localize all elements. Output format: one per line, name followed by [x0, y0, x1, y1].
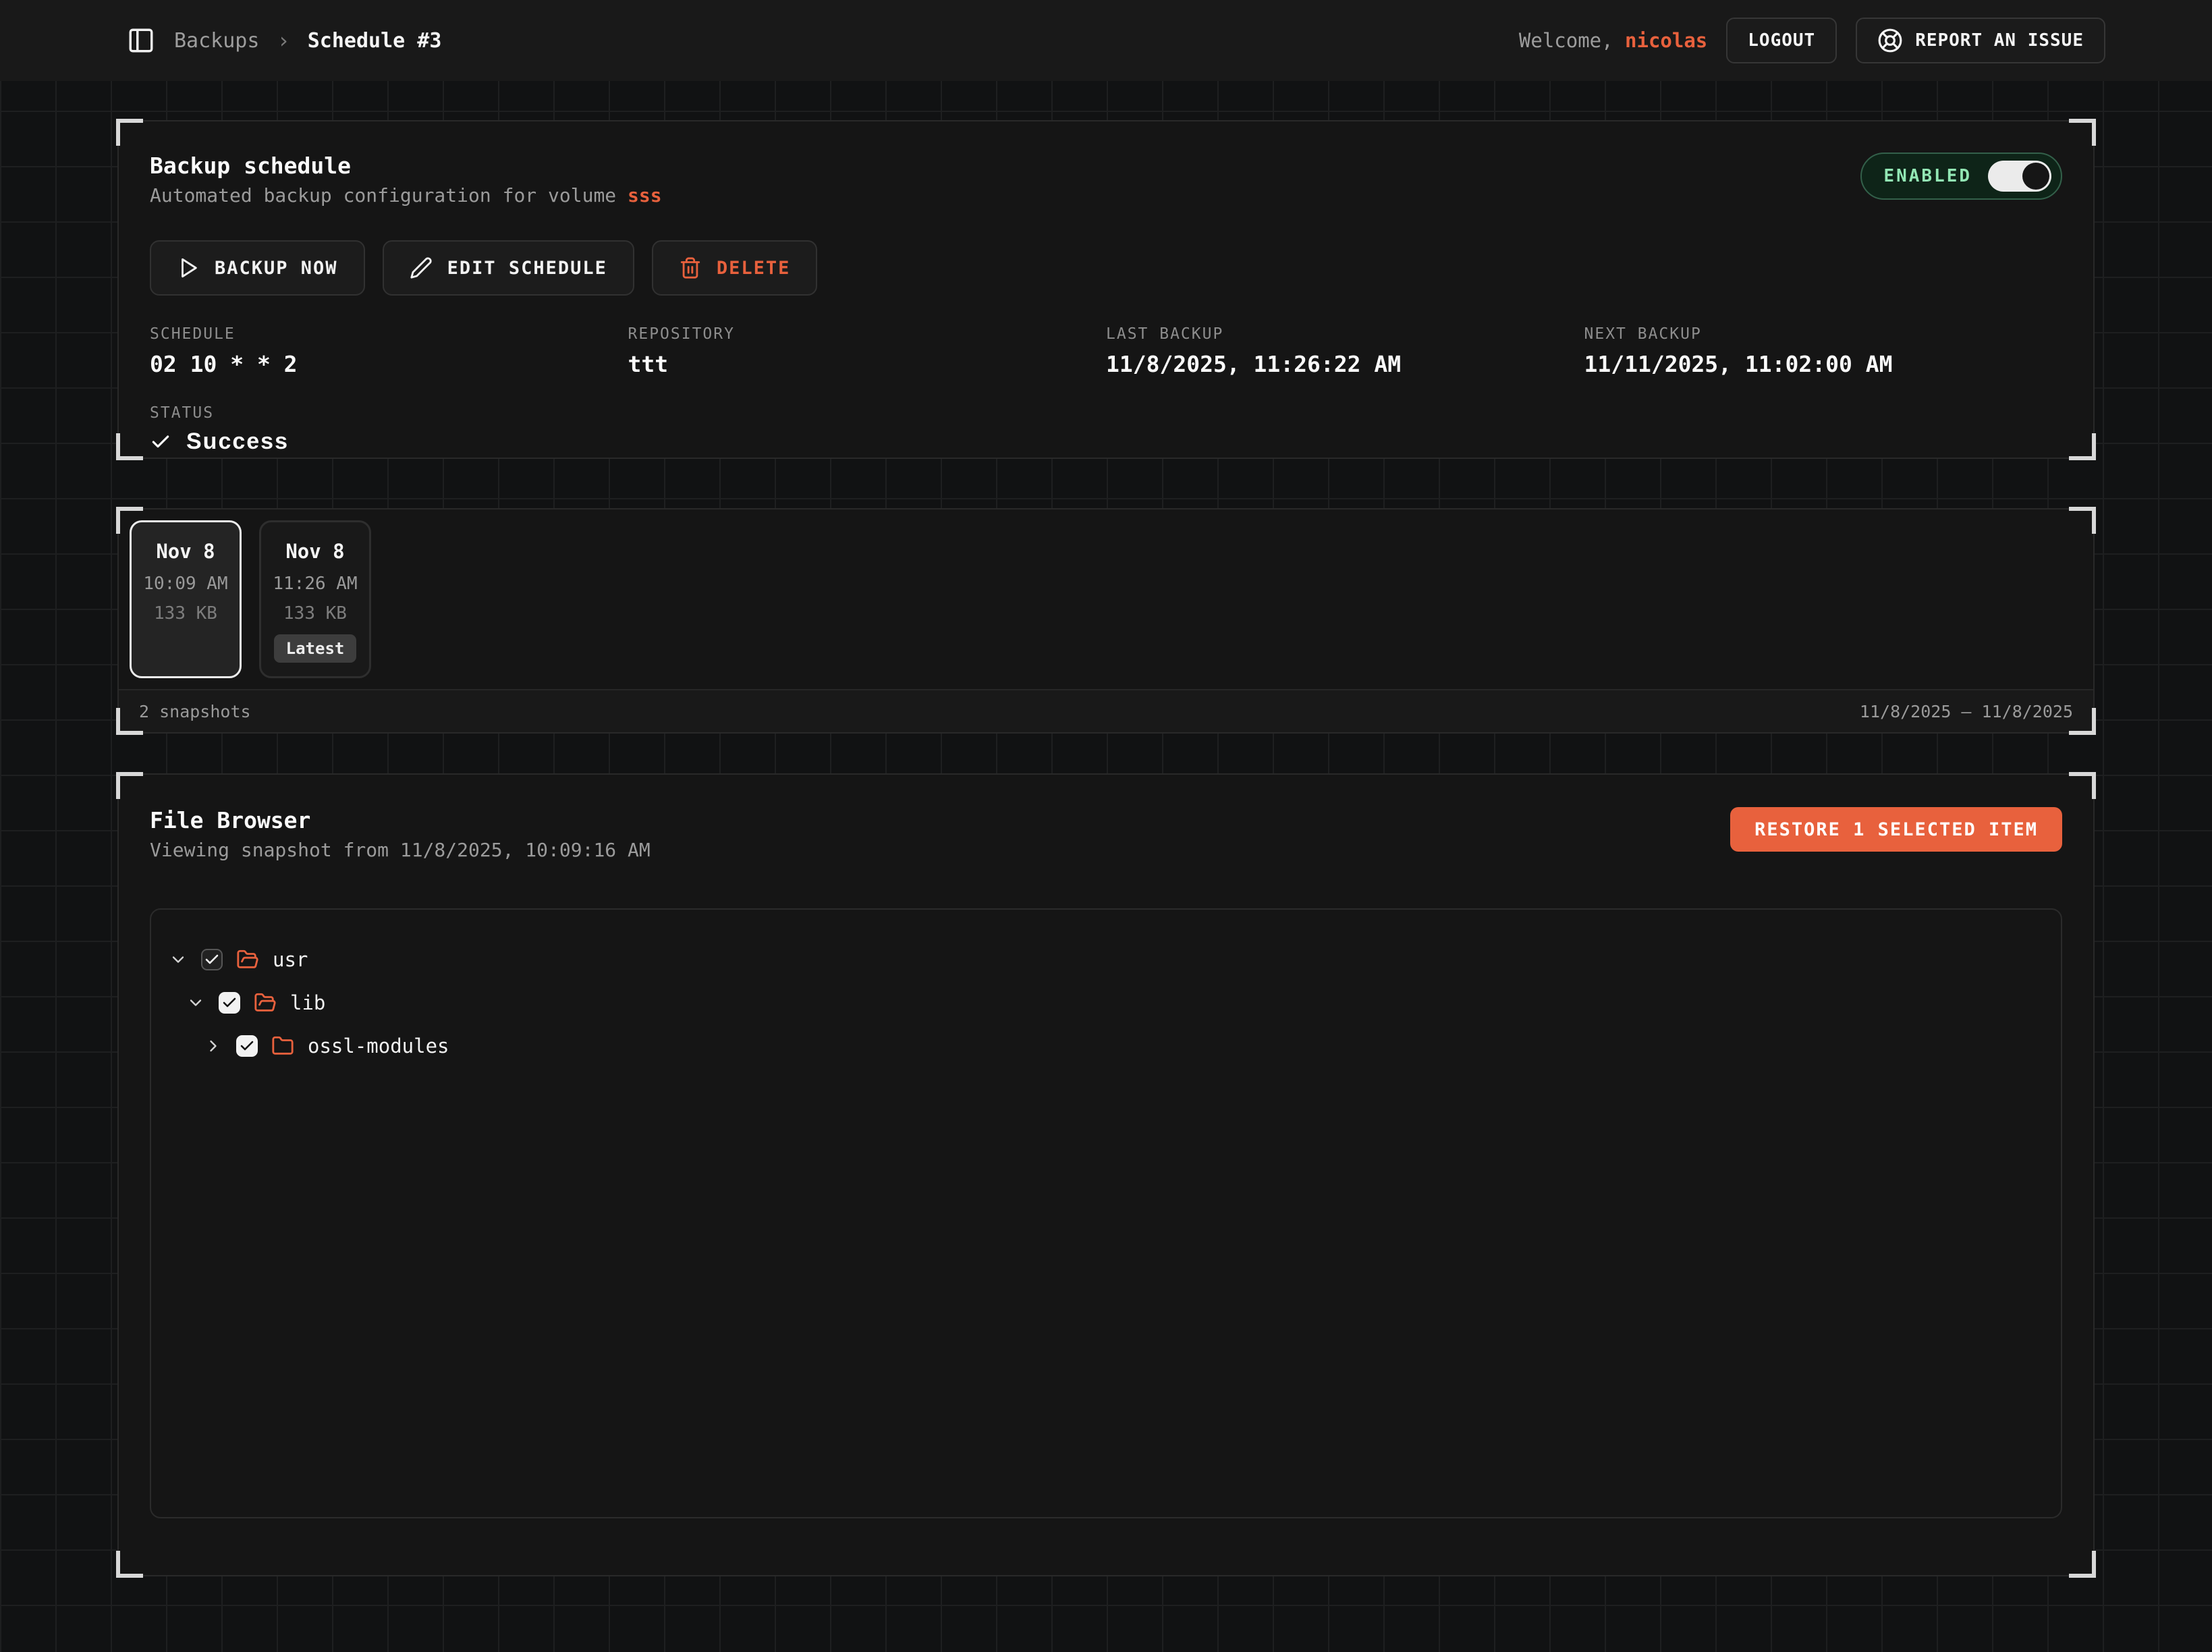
- snapshot-size: 133 KB: [283, 603, 347, 624]
- snapshot-date: Nov 8: [156, 540, 215, 563]
- checkbox-ossl-modules[interactable]: [236, 1035, 258, 1057]
- corner-bracket: [116, 708, 143, 735]
- check-icon: [150, 431, 171, 453]
- welcome-text: Welcome, nicolas: [1519, 29, 1707, 52]
- volume-name: sss: [628, 184, 662, 206]
- page-content: Backup schedule Automated backup configu…: [0, 81, 2212, 1576]
- breadcrumb: Backups › Schedule #3: [174, 28, 441, 53]
- backup-now-button[interactable]: BACKUP NOW: [150, 240, 365, 296]
- chevron-down-icon[interactable]: [169, 950, 188, 969]
- corner-bracket: [2069, 119, 2096, 146]
- snapshots-card: Nov 8 10:09 AM 133 KB Nov 8 11:26 AM 133…: [117, 508, 2095, 734]
- status-value: Success: [150, 429, 2062, 455]
- file-browser-card: File Browser Viewing snapshot from 11/8/…: [117, 773, 2095, 1576]
- detail-schedule: SCHEDULE 02 10 * * 2: [150, 325, 628, 377]
- snapshot-list: Nov 8 10:09 AM 133 KB Nov 8 11:26 AM 133…: [119, 510, 2093, 689]
- tree-label-usr[interactable]: usr: [273, 948, 308, 971]
- enabled-toggle[interactable]: [1988, 161, 2051, 192]
- trash-icon: [679, 256, 702, 279]
- file-browser-title: File Browser: [150, 807, 651, 833]
- report-issue-button[interactable]: REPORT AN ISSUE: [1856, 18, 2105, 63]
- breadcrumb-separator: ›: [277, 28, 289, 53]
- detail-next-backup: NEXT BACKUP 11/11/2025, 11:02:00 AM: [1584, 325, 2063, 377]
- corner-bracket: [2069, 772, 2096, 799]
- snapshot-time: 11:26 AM: [273, 574, 357, 594]
- snapshot-date: Nov 8: [285, 540, 344, 563]
- detail-value: 11/11/2025, 11:02:00 AM: [1584, 351, 2063, 377]
- sidebar-toggle-button[interactable]: [127, 26, 155, 55]
- checkbox-lib[interactable]: [219, 992, 240, 1014]
- edit-schedule-button[interactable]: EDIT SCHEDULE: [383, 240, 634, 296]
- detail-value: ttt: [628, 351, 1107, 377]
- file-browser-subtitle: Viewing snapshot from 11/8/2025, 10:09:1…: [150, 839, 651, 861]
- detail-value: 02 10 * * 2: [150, 351, 628, 377]
- schedule-card-subtitle: Automated backup configuration for volum…: [150, 184, 662, 206]
- corner-bracket: [116, 1551, 143, 1578]
- chevron-right-icon[interactable]: [204, 1037, 223, 1055]
- snapshot-size: 133 KB: [154, 603, 217, 624]
- snapshot-date-range: 11/8/2025 – 11/8/2025: [1860, 702, 2073, 721]
- tree-row-ossl-modules: ossl-modules: [169, 1024, 2043, 1068]
- snapshot-tile-selected[interactable]: Nov 8 10:09 AM 133 KB: [130, 520, 242, 678]
- enabled-pill: ENABLED: [1860, 153, 2062, 200]
- username: nicolas: [1625, 29, 1707, 52]
- tree-label-lib[interactable]: lib: [290, 991, 325, 1014]
- detail-label: SCHEDULE: [150, 325, 628, 343]
- checkbox-usr[interactable]: [201, 949, 223, 970]
- tree-row-lib: lib: [169, 981, 2043, 1024]
- latest-badge: Latest: [274, 634, 357, 663]
- breadcrumb-backups[interactable]: Backups: [174, 29, 259, 53]
- play-icon: [177, 256, 200, 279]
- schedule-actions: BACKUP NOW EDIT SCHEDULE DELETE: [150, 240, 2062, 296]
- file-tree: usr lib: [150, 908, 2062, 1518]
- snapshot-tile-latest[interactable]: Nov 8 11:26 AM 133 KB Latest: [259, 520, 371, 678]
- detail-label: LAST BACKUP: [1106, 325, 1584, 343]
- corner-bracket: [116, 507, 143, 534]
- corner-bracket: [116, 772, 143, 799]
- folder-open-icon: [236, 948, 259, 971]
- detail-label: REPOSITORY: [628, 325, 1107, 343]
- detail-repository: REPOSITORY ttt: [628, 325, 1107, 377]
- folder-open-icon: [254, 991, 277, 1014]
- corner-bracket: [116, 119, 143, 146]
- corner-bracket: [2069, 1551, 2096, 1578]
- snapshot-count: 2 snapshots: [139, 702, 251, 721]
- corner-bracket: [2069, 507, 2096, 534]
- enabled-label: ENABLED: [1883, 166, 1972, 186]
- detail-label: NEXT BACKUP: [1584, 325, 2063, 343]
- top-bar: Backups › Schedule #3 Welcome, nicolas L…: [0, 0, 2212, 81]
- detail-last-backup: LAST BACKUP 11/8/2025, 11:26:22 AM: [1106, 325, 1584, 377]
- corner-bracket: [2069, 433, 2096, 460]
- tree-row-usr: usr: [169, 938, 2043, 981]
- tree-label-ossl-modules[interactable]: ossl-modules: [308, 1035, 449, 1057]
- schedule-card-title: Backup schedule: [150, 153, 662, 179]
- toggle-knob: [2022, 163, 2049, 190]
- snapshot-time: 10:09 AM: [143, 574, 227, 594]
- snapshots-footer: 2 snapshots 11/8/2025 – 11/8/2025: [119, 689, 2093, 732]
- schedule-details: SCHEDULE 02 10 * * 2 REPOSITORY ttt LAST…: [150, 325, 2062, 377]
- life-buoy-icon: [1877, 28, 1903, 53]
- restore-selected-button[interactable]: RESTORE 1 SELECTED ITEM: [1730, 807, 2062, 852]
- logout-button[interactable]: LOGOUT: [1726, 18, 1837, 63]
- chevron-down-icon[interactable]: [186, 993, 205, 1012]
- breadcrumb-current: Schedule #3: [308, 29, 442, 53]
- panel-left-icon: [127, 26, 155, 55]
- pencil-icon: [410, 256, 433, 279]
- delete-button[interactable]: DELETE: [652, 240, 818, 296]
- backup-schedule-card: Backup schedule Automated backup configu…: [117, 120, 2095, 459]
- status-label: STATUS: [150, 404, 2062, 422]
- corner-bracket: [2069, 708, 2096, 735]
- folder-icon: [271, 1035, 294, 1057]
- status-block: STATUS Success: [150, 404, 2062, 455]
- detail-value: 11/8/2025, 11:26:22 AM: [1106, 351, 1584, 377]
- corner-bracket: [116, 433, 143, 460]
